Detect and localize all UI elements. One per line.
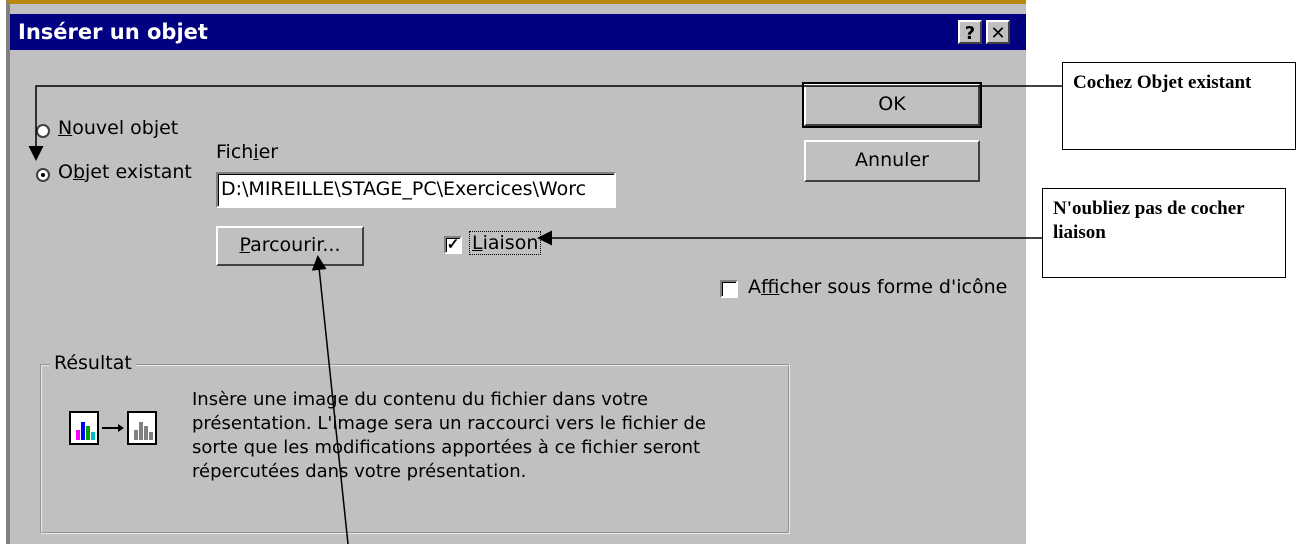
close-button[interactable]: ✕: [986, 20, 1010, 44]
link-checkbox[interactable]: ✓: [444, 236, 462, 254]
radio-existing-object-label[interactable]: Objet existant: [58, 161, 192, 183]
file-label: Fichier: [216, 141, 279, 163]
link-checkbox-label[interactable]: Liaison: [468, 231, 542, 255]
radio-new-object[interactable]: [36, 124, 50, 138]
callout-check-existing: Cochez Objet existant: [1062, 62, 1296, 150]
linked-image-icon: [68, 408, 178, 448]
ok-button[interactable]: OK: [802, 82, 982, 128]
display-as-icon-label[interactable]: Afficher sous forme d'icône: [748, 276, 1007, 298]
insert-object-dialog: Insérer un objet ? ✕ Nouvel objet Objet …: [6, 0, 1026, 544]
dialog-title: Insérer un objet: [18, 20, 208, 44]
file-path-input[interactable]: D:\MIREILLE\STAGE_PC\Exercices\Worc: [216, 172, 616, 208]
radio-new-object-label[interactable]: Nouvel objet: [58, 117, 178, 139]
result-group: Résultat Insère une image du contenu du …: [40, 352, 790, 534]
result-description: Insère une image du contenu du fichier d…: [192, 389, 706, 482]
result-group-title: Résultat: [50, 352, 136, 374]
display-as-icon-checkbox[interactable]: [720, 280, 738, 298]
browse-button[interactable]: Parcourir...: [216, 226, 364, 266]
callout-check-link: N'oubliez pas de cocher liaison: [1042, 188, 1286, 278]
radio-existing-object[interactable]: [36, 168, 50, 182]
cancel-button[interactable]: Annuler: [804, 140, 980, 182]
title-bar: Insérer un objet ? ✕: [10, 14, 1026, 50]
help-button[interactable]: ?: [958, 20, 982, 44]
